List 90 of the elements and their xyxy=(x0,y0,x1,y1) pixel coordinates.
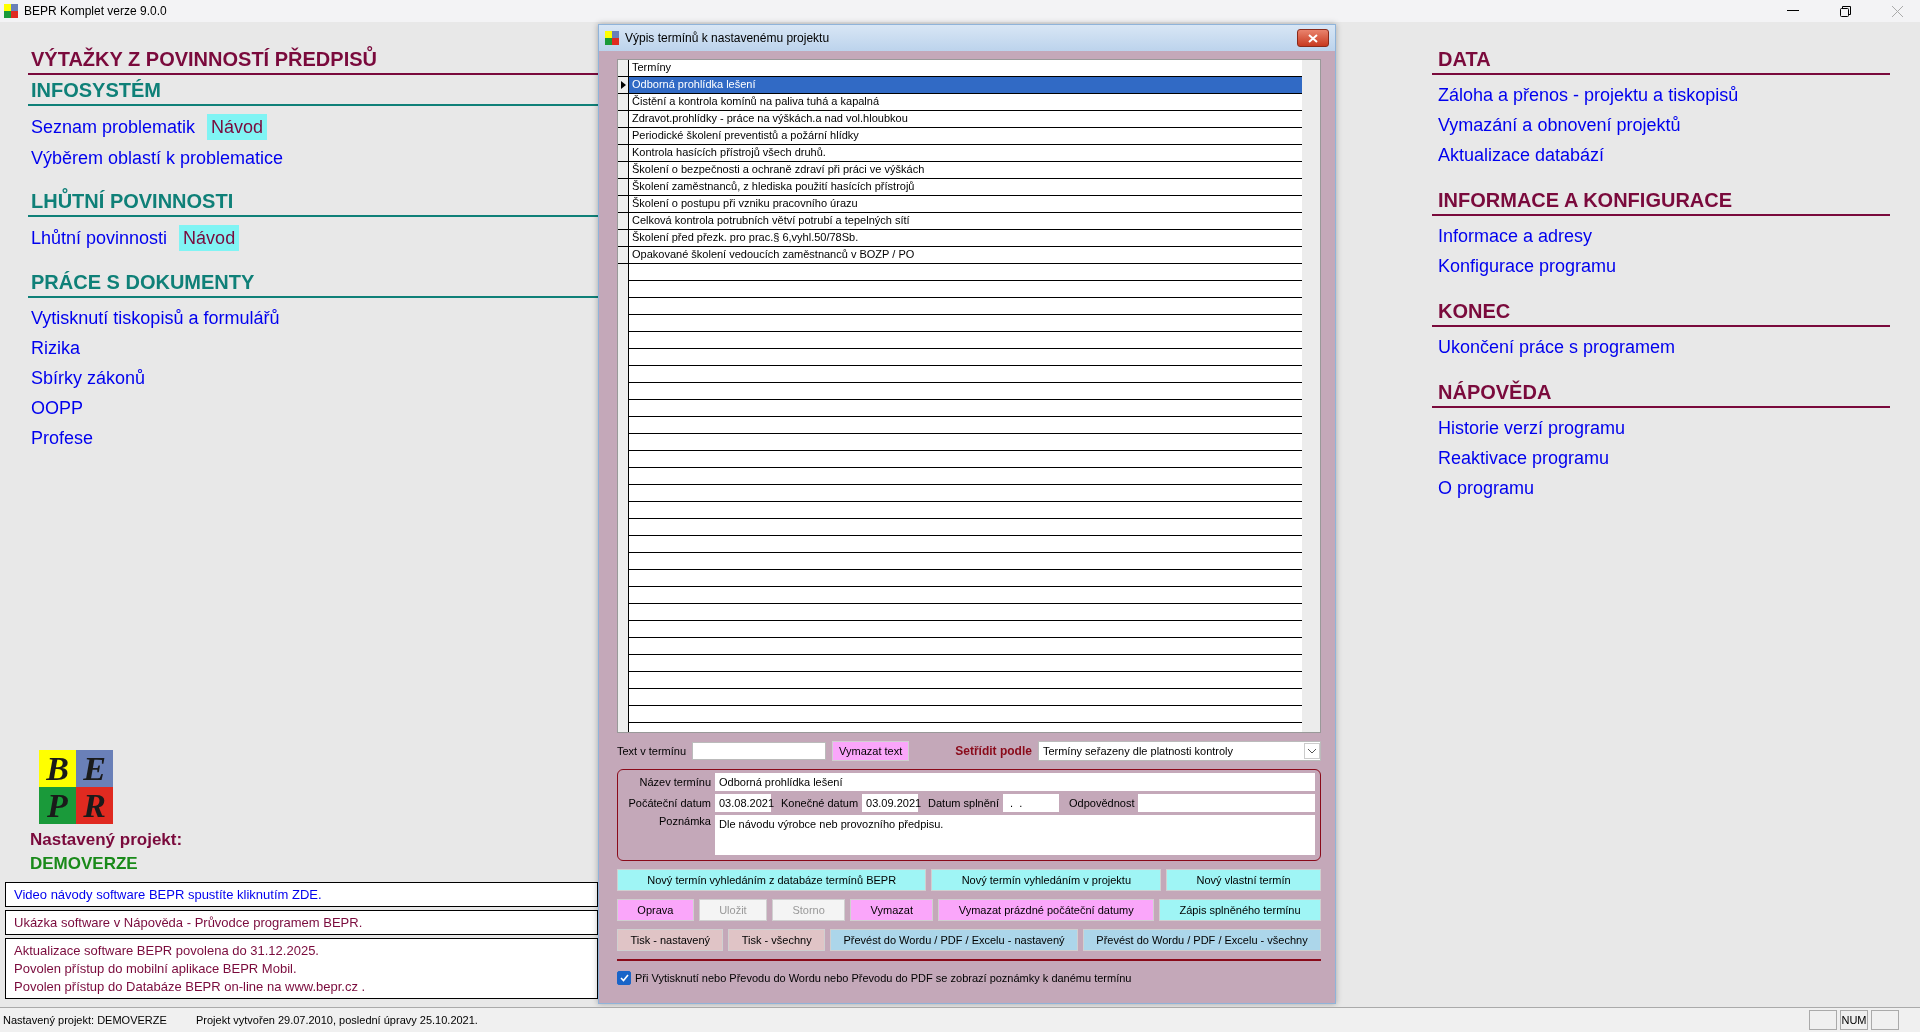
row-header-cell[interactable] xyxy=(618,128,629,144)
notice-text: Aktualizace software BEPR povolena do 31.12.2025. xyxy=(14,943,320,958)
notice-text: Povolen přístup do Databáze BEPR on-line na www.bepr.cz . xyxy=(14,979,367,994)
action-button[interactable]: Nový termín vyhledáním v projektu xyxy=(931,869,1162,891)
sort-dropdown[interactable]: Termíny seřazeny dle platnosti kontroly xyxy=(1037,741,1321,761)
menu-link[interactable]: Vymazání a obnovení projektů xyxy=(1438,113,1890,137)
status-project: Nastavený projekt: DEMOVERZE xyxy=(2,1014,168,1026)
row-header-cell[interactable] xyxy=(618,145,629,161)
row-header-cell[interactable] xyxy=(618,247,629,263)
field-label: Poznámka xyxy=(658,815,711,827)
grid-row[interactable]: Odborná prohlídka lešení xyxy=(629,77,1302,93)
dialog-title: Výpis termínů k nastavenému projektu xyxy=(625,31,831,45)
menu-link[interactable]: Sbírky zákonů xyxy=(31,366,146,390)
field-label: Datum splnění xyxy=(928,797,999,809)
menu-link[interactable]: Výběrem oblastí k problematice xyxy=(31,146,284,170)
action-button[interactable]: Vymazat xyxy=(850,899,934,921)
row-header-cell[interactable] xyxy=(618,179,629,195)
row-header-cell[interactable] xyxy=(618,162,629,178)
window-title: BEPR Komplet verze 9.0.0 xyxy=(24,4,168,18)
close-icon xyxy=(1308,33,1318,43)
menu-link[interactable]: Rizika xyxy=(31,336,80,360)
menu-link[interactable]: Lhůtní povinnosti xyxy=(31,226,168,250)
row-pointer-icon xyxy=(620,81,626,89)
row-header-cell[interactable] xyxy=(618,111,629,127)
field-label: Název termínu xyxy=(638,776,711,788)
menu-link[interactable]: O programu xyxy=(1438,476,1890,500)
menu-link[interactable]: Konfigurace programu xyxy=(1438,254,1890,278)
section-heading: INFOSYSTÉM xyxy=(28,79,598,106)
action-button[interactable]: Převést do Wordu / PDF / Excelu - nastavený xyxy=(830,929,1078,951)
row-header-cell[interactable] xyxy=(618,94,629,110)
sort-label: Setřídit podle xyxy=(955,744,1032,758)
section-heading: DATA xyxy=(1432,48,1890,75)
name-field[interactable]: Odborná prohlídka lešení xyxy=(715,773,1315,791)
action-button[interactable]: Vymazat prázdné počáteční datumy xyxy=(938,899,1155,921)
guide-link[interactable]: Návod xyxy=(179,225,240,251)
menu-link[interactable]: Aktualizace databází xyxy=(1438,143,1890,167)
search-label: Text v termínu xyxy=(617,745,687,757)
clear-text-button[interactable]: Vymazat text xyxy=(832,741,910,761)
menu-link[interactable]: Informace a adresy xyxy=(1438,224,1890,248)
action-button[interactable]: Tisk - všechny xyxy=(728,929,826,951)
video-link[interactable]: Video návody software BEPR spustíte kliknutím ZDE. xyxy=(14,887,589,902)
note-field[interactable]: Dle návodu výrobce neb provozního předpisu. xyxy=(715,815,1315,855)
app-logo-icon xyxy=(605,31,619,45)
field-label: Počáteční datum xyxy=(627,797,711,809)
app-logo-icon xyxy=(4,4,18,18)
close-icon xyxy=(1891,5,1903,17)
row-header-cell[interactable] xyxy=(618,230,629,246)
menu-link[interactable]: Historie verzí programu xyxy=(1438,416,1890,440)
date-field[interactable]: 03.09.2021 xyxy=(862,794,919,812)
menu-link[interactable]: Seznam problematik xyxy=(31,115,196,139)
date-field[interactable]: . . xyxy=(1003,794,1059,812)
notice-text: Povolen přístup do mobilní aplikace BEPR Mobil. xyxy=(14,961,298,976)
close-button[interactable] xyxy=(1297,29,1329,47)
row-header-cell[interactable] xyxy=(618,77,629,93)
menu-link[interactable]: OOPP xyxy=(31,396,83,420)
section-heading: VÝTAŽKY Z POVINNOSTÍ PŘEDPISŮ xyxy=(28,48,598,75)
restore-icon xyxy=(1839,5,1851,17)
status-dates: Projekt vytvořen 29.07.2010, poslední úpravy 25.10.2021. xyxy=(195,1014,479,1026)
action-button[interactable]: Zápis splněného termínu xyxy=(1159,899,1321,921)
section-heading: NÁPOVĚDA xyxy=(1432,381,1890,408)
field-label: Konečné datum xyxy=(781,797,859,809)
section-heading: INFORMACE A KONFIGURACE xyxy=(1432,189,1890,216)
action-button[interactable]: Nový vlastní termín xyxy=(1166,869,1321,891)
menu-link[interactable]: Reaktivace programu xyxy=(1438,446,1890,470)
field-label: Odpovědnost xyxy=(1069,797,1135,809)
action-button[interactable]: Převést do Wordu / PDF / Excelu - všechny xyxy=(1082,929,1322,951)
date-field[interactable] xyxy=(1138,794,1315,812)
action-button[interactable]: Oprava xyxy=(617,899,694,921)
checkbox-label: Při Vytisknutí nebo Převodu do Wordu nebo Převodu do PDF se zobrazí poznámky k danému termínu xyxy=(635,972,1132,984)
guide-link[interactable]: Návod xyxy=(207,114,268,140)
section-heading: PRÁCE S DOKUMENTY xyxy=(28,271,598,298)
dropdown-caret-icon xyxy=(1304,743,1320,759)
project-name: DEMOVERZE xyxy=(30,854,139,874)
section-heading: KONEC xyxy=(1432,300,1890,327)
section-heading: LHŮTNÍ POVINNOSTI xyxy=(28,190,598,217)
action-button[interactable]: Tisk - nastavený xyxy=(617,929,724,951)
project-label: Nastavený projekt: xyxy=(30,830,184,850)
bepr-logo: B E P R xyxy=(39,750,113,824)
menu-link[interactable]: Záloha a přenos - projektu a tiskopisů xyxy=(1438,83,1890,107)
row-header-cell[interactable] xyxy=(618,213,629,229)
row-header-cell[interactable] xyxy=(618,196,629,212)
search-field[interactable] xyxy=(692,742,827,760)
menu-link[interactable]: Ukončení práce s programem xyxy=(1438,335,1890,359)
minimize-icon xyxy=(1787,10,1799,12)
action-button[interactable]: Nový termín vyhledáním z databáze termínů BEPR xyxy=(617,869,927,891)
notice-text: Ukázka software v Nápověda - Průvodce programem BEPR. xyxy=(14,915,364,930)
menu-link[interactable]: Vytisknutí tiskopisů a formulářů xyxy=(31,306,280,330)
notes-checkbox[interactable] xyxy=(617,971,631,985)
num-lock-indicator: NUM xyxy=(1840,1010,1868,1030)
menu-link[interactable]: Profese xyxy=(31,426,94,450)
